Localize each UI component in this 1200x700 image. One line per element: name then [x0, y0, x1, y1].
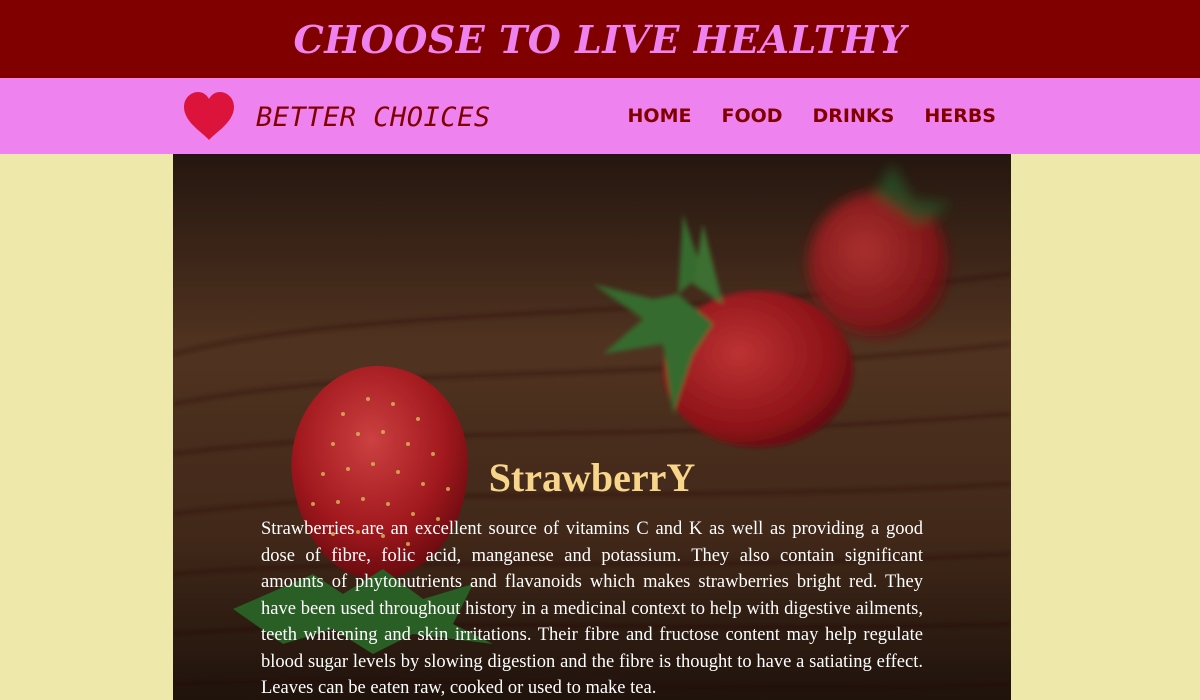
top-banner: CHOOSE TO LIVE HEALTHY [0, 0, 1200, 78]
brand-label: BETTER CHOICES [256, 101, 491, 133]
site-slogan: CHOOSE TO LIVE HEALTHY [293, 16, 907, 62]
hero-title: StrawberrY [488, 455, 696, 500]
navbar: BETTER CHOICES HOME FOOD DRINKS HERBS [0, 78, 1200, 154]
nav-link-food[interactable]: FOOD [721, 105, 782, 127]
nav-link-home[interactable]: HOME [628, 105, 692, 127]
nav-link-herbs[interactable]: HERBS [924, 105, 996, 127]
nav-link-drinks[interactable]: DRINKS [813, 105, 895, 127]
brand[interactable]: BETTER CHOICES [182, 90, 491, 144]
heart-icon [184, 92, 234, 140]
nav-links: HOME FOOD DRINKS HERBS [628, 78, 996, 154]
hero-description: Strawberries are an excellent source of … [261, 519, 923, 698]
hero-section: StrawberrY Strawberries are an excellent… [173, 154, 1011, 700]
